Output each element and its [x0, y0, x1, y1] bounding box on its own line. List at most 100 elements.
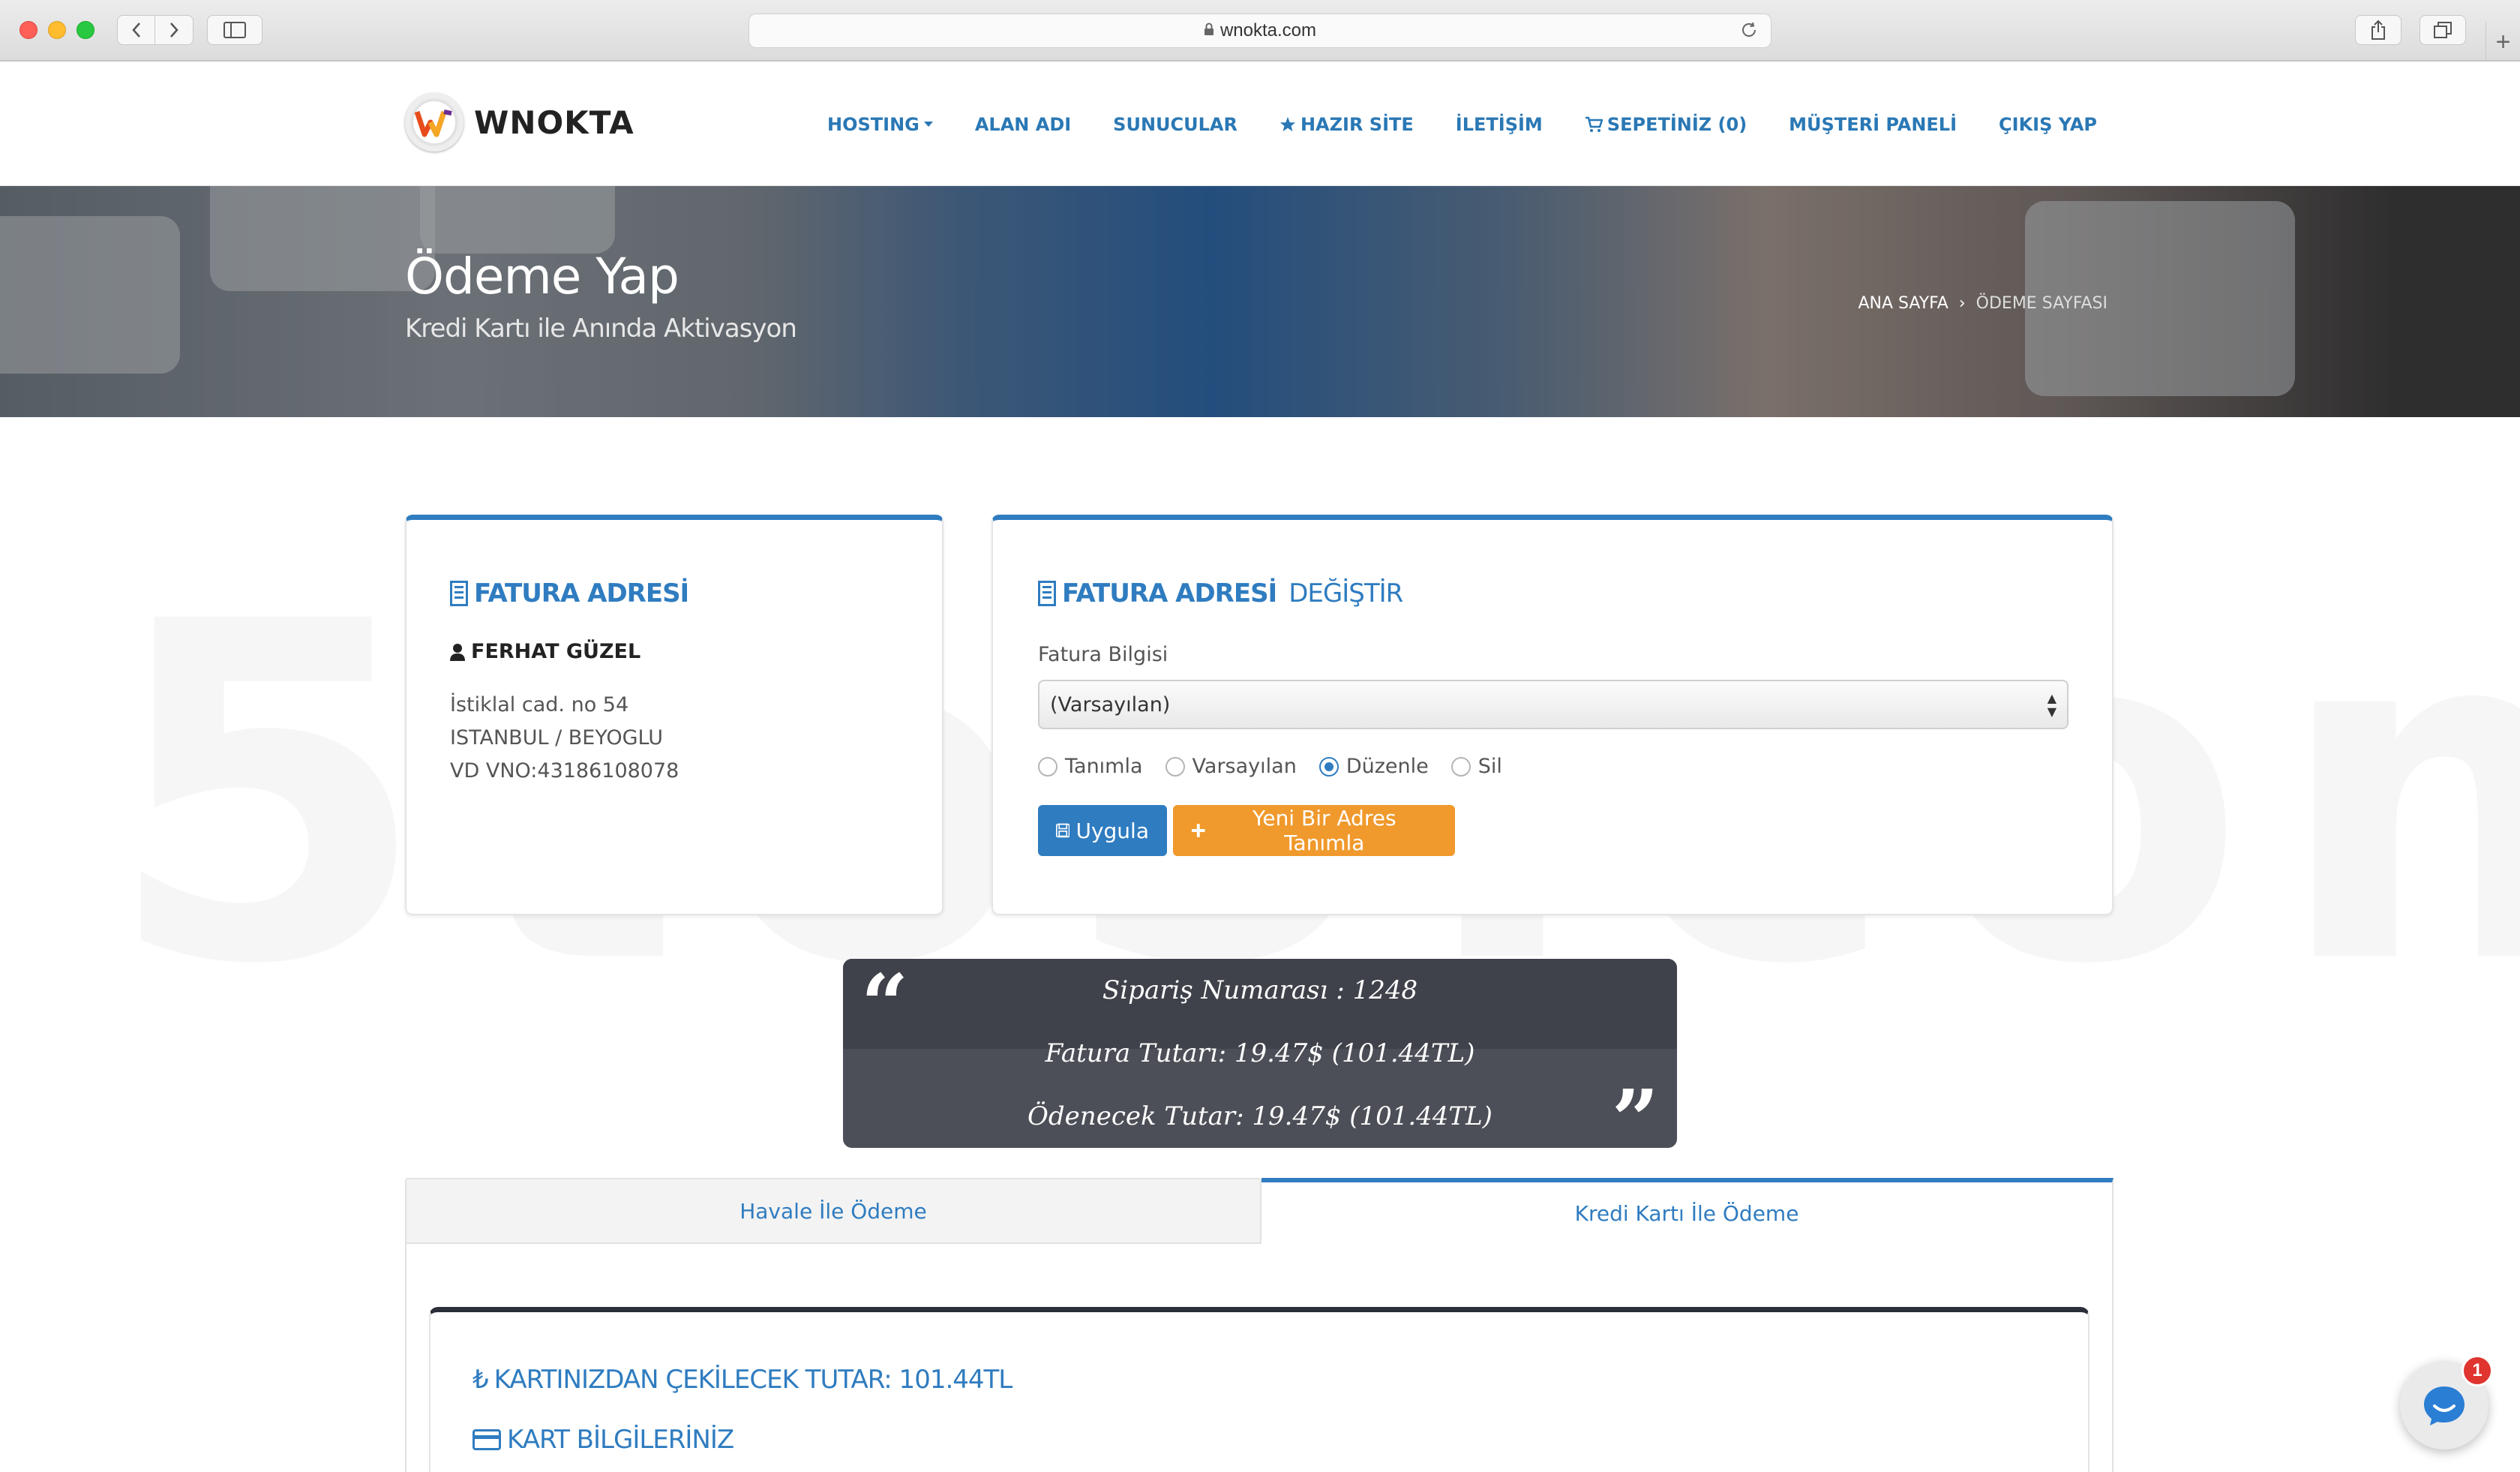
- address-action-radio-group: Tanımla Varsayılan Düzenle Sil: [1038, 755, 2067, 778]
- main-navigation: HOSTING ALAN ADI SUNUCULAR HAZIR SİTE İL…: [827, 114, 2097, 135]
- keyboard-key-decoration: [420, 186, 615, 254]
- select-arrows-icon: ▲ ▼: [2047, 691, 2056, 719]
- radio-circle-checked[interactable]: [1318, 756, 1339, 777]
- hero-banner: Ödeme Yap Kredi Kartı ile Anında Aktivas…: [0, 186, 2520, 417]
- forward-button[interactable]: [154, 15, 194, 45]
- select-value: (Varsayılan): [1050, 692, 1171, 716]
- page-subtitle: Kredi Kartı ile Anında Aktivasyon: [405, 314, 797, 344]
- billing-address-title: FATURA ADRESİ: [450, 578, 898, 608]
- star-icon: [1280, 116, 1296, 132]
- billing-address-lines: İstiklal cad. no 54 ISTANBUL / BEYOGLU V…: [450, 689, 898, 788]
- radio-varsayilan[interactable]: Varsayılan: [1165, 755, 1297, 778]
- nav-cikis-yap[interactable]: ÇIKIŞ YAP: [1999, 114, 2097, 135]
- url-text: wnokta.com: [1220, 20, 1317, 41]
- share-button[interactable]: [2355, 15, 2402, 45]
- sidebar-toggle-button[interactable]: [207, 15, 262, 45]
- nav-iletisim[interactable]: İLETİŞİM: [1456, 114, 1543, 135]
- reload-icon[interactable]: [1739, 20, 1759, 45]
- nav-sepet[interactable]: SEPETİNİZ (0): [1585, 114, 1747, 135]
- plus-icon: +: [2495, 27, 2511, 56]
- logo-mark-icon: [405, 93, 464, 152]
- credit-card-form-card: ₺ KARTINIZDAN ÇEKİLECEK TUTAR: 101.44TL …: [429, 1307, 2090, 1472]
- fatura-bilgisi-select[interactable]: (Varsayılan) ▲ ▼: [1038, 680, 2068, 729]
- nav-sunucular[interactable]: SUNUCULAR: [1113, 114, 1238, 135]
- cart-icon: [1585, 116, 1603, 132]
- nav-iletisim-label: İLETİŞİM: [1455, 114, 1543, 135]
- chat-notification-badge: 1: [2462, 1355, 2493, 1386]
- site-logo[interactable]: WNOKTA: [405, 93, 634, 152]
- lock-icon: [1204, 20, 1214, 41]
- radio-circle[interactable]: [1165, 756, 1185, 777]
- page-title: Ödeme Yap: [405, 248, 680, 305]
- plus-icon: [1191, 824, 1205, 837]
- back-button[interactable]: [117, 15, 156, 45]
- nav-cikis-yap-label: ÇIKIŞ YAP: [1999, 114, 2097, 135]
- minimize-window-button[interactable]: [48, 21, 66, 39]
- keyboard-key-decoration: [0, 216, 180, 374]
- apply-button-label: Uygula: [1076, 818, 1149, 843]
- new-address-button-label: Yeni Bir Adres Tanımla: [1252, 806, 1396, 855]
- fatura-bilgisi-label: Fatura Bilgisi: [1038, 643, 1168, 666]
- nav-musteri-paneli-label: MÜŞTERİ PANELİ: [1789, 114, 1958, 135]
- card-info-title: KART BİLGİLERİNİZ: [472, 1425, 2046, 1455]
- tab-kredi-karti[interactable]: Kredi Kartı İle Ödeme: [1262, 1178, 2114, 1244]
- tabs-icon: [2434, 22, 2452, 38]
- nav-sepet-label: SEPETİNİZ (0): [1606, 114, 1748, 135]
- nav-alan-adi-label: ALAN ADI: [974, 114, 1072, 135]
- nav-musteri-paneli[interactable]: MÜŞTERİ PANELİ: [1789, 114, 1957, 135]
- radio-sil[interactable]: Sil: [1450, 755, 1502, 778]
- close-window-button[interactable]: [20, 21, 38, 39]
- new-tab-button[interactable]: +: [2486, 23, 2520, 62]
- billing-name: FERHAT GÜZEL: [450, 640, 898, 663]
- radio-label: Tanımla: [1065, 755, 1143, 778]
- nav-hazir-site[interactable]: HAZIR SİTE: [1280, 114, 1414, 135]
- sidebar-icon: [224, 22, 246, 38]
- radio-tanimla[interactable]: Tanımla: [1038, 755, 1143, 778]
- credit-card-panel: ₺ KARTINIZDAN ÇEKİLECEK TUTAR: 101.44TL …: [405, 1244, 2114, 1472]
- chat-widget-button[interactable]: 1: [2400, 1355, 2493, 1449]
- share-icon: [2372, 20, 2385, 40]
- breadcrumb-home[interactable]: ANA SAYFA: [1858, 294, 1948, 313]
- change-billing-title: FATURA ADRESİ DEĞİŞTİR: [1038, 578, 2067, 608]
- zoom-window-button[interactable]: [76, 21, 94, 39]
- address-line: İstiklal cad. no 54: [450, 693, 629, 716]
- nav-hosting-label: HOSTING: [827, 114, 920, 135]
- nav-sunucular-label: SUNUCULAR: [1113, 114, 1238, 135]
- chat-bubble-icon: [2424, 1386, 2464, 1425]
- billing-address-card: FATURA ADRESİ FERHAT GÜZEL İstiklal cad.…: [405, 515, 944, 915]
- address-line: VD VNO:43186108078: [450, 759, 680, 783]
- user-icon: [450, 643, 465, 661]
- new-address-button[interactable]: Yeni Bir Adres Tanımla: [1173, 805, 1455, 856]
- chevron-left-icon: [132, 23, 140, 38]
- logo-text: WNOKTA: [474, 104, 634, 141]
- charge-amount-title: ₺ KARTINIZDAN ÇEKİLECEK TUTAR: 101.44TL: [472, 1365, 2046, 1395]
- address-bar[interactable]: wnokta.com: [748, 14, 1772, 48]
- change-billing-title-light: DEĞİŞTİR: [1288, 578, 1403, 608]
- change-billing-address-card: FATURA ADRESİ DEĞİŞTİR Fatura Bilgisi (V…: [992, 515, 2114, 915]
- nav-alan-adi[interactable]: ALAN ADI: [975, 114, 1071, 135]
- tab-havale[interactable]: Havale İle Ödeme: [405, 1178, 1262, 1244]
- radio-label: Sil: [1478, 755, 1502, 778]
- card-info-text: KART BİLGİLERİNİZ: [507, 1425, 734, 1455]
- radio-circle[interactable]: [1038, 756, 1058, 777]
- radio-duzenle[interactable]: Düzenle: [1318, 755, 1429, 778]
- billing-address-title-text: FATURA ADRESİ: [474, 578, 689, 608]
- change-billing-title-bold: FATURA ADRESİ: [1062, 578, 1277, 608]
- address-buttons: Uygula Yeni Bir Adres Tanımla: [1038, 805, 2067, 856]
- building-icon: [450, 581, 468, 606]
- keyboard-key-decoration: [210, 186, 435, 291]
- lira-icon: ₺: [472, 1365, 489, 1395]
- address-line: ISTANBUL / BEYOGLU: [450, 726, 663, 750]
- browser-toolbar: wnokta.com +: [0, 0, 2520, 62]
- tabs-overview-button[interactable]: [2420, 15, 2466, 45]
- billing-name-text: FERHAT GÜZEL: [471, 640, 641, 663]
- radio-circle[interactable]: [1450, 756, 1471, 777]
- radio-label: Varsayılan: [1192, 755, 1297, 778]
- building-icon: [1038, 581, 1056, 606]
- radio-label: Düzenle: [1346, 755, 1429, 778]
- breadcrumb-separator-icon: ›: [1958, 294, 1966, 313]
- nav-hosting[interactable]: HOSTING: [827, 114, 933, 135]
- invoice-amount: Fatura Tutarı: 19.47$ (101.44TL): [1045, 1038, 1475, 1068]
- apply-button[interactable]: Uygula: [1038, 805, 1167, 856]
- credit-card-icon: [472, 1429, 501, 1450]
